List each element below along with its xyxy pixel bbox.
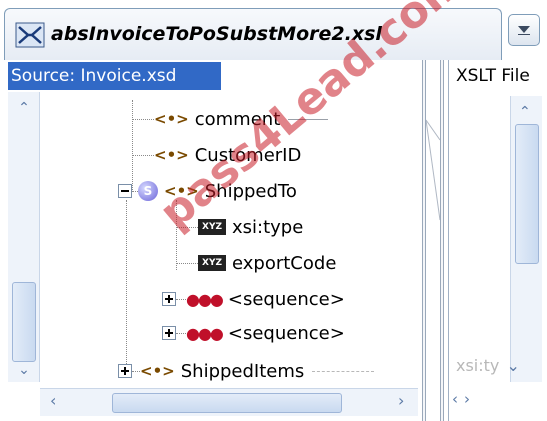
scroll-thumb[interactable] <box>112 393 342 413</box>
mapping-link-lines <box>426 119 440 221</box>
source-horizontal-scrollbar[interactable]: ‹ › <box>40 388 418 416</box>
scroll-up-arrow-icon[interactable]: ⌃ <box>16 100 32 116</box>
element-icon: <•> <box>140 362 175 380</box>
tree-item-label: CustomerID <box>194 144 302 166</box>
tree-item-label: <sequence> <box>227 288 345 310</box>
tree-item-exportcode[interactable]: XYZ exportCode <box>176 248 336 278</box>
chevron-down-icon: ⌄ <box>506 356 520 375</box>
element-icon: <•> <box>164 182 199 200</box>
tree-item-customerid[interactable]: <•> CustomerID <box>132 140 301 170</box>
scroll-down-arrow-icon[interactable]: ⌄ <box>16 362 32 378</box>
sequence-icon: ●●● <box>186 323 224 343</box>
source-pane-header: Source: Invoice.xsd <box>8 62 221 90</box>
mapping-canvas[interactable] <box>420 60 446 421</box>
tree-item-shippeditems[interactable]: <•> ShippedItems <box>118 356 375 386</box>
tab-list-dropdown-button[interactable] <box>508 14 540 46</box>
scroll-thumb[interactable] <box>515 124 539 264</box>
element-icon: <•> <box>154 146 189 164</box>
target-horizontal-scrollbar[interactable]: ‹› <box>452 390 512 416</box>
tree-item-comment[interactable]: <•> comment <box>132 104 329 134</box>
scroll-left-arrow-icon[interactable]: ‹ <box>50 391 56 410</box>
xyz-attribute-icon: XYZ <box>198 219 226 235</box>
scroll-up-arrow-icon[interactable]: ⌃ <box>519 104 531 120</box>
target-pane-header: XSLT File <box>456 66 530 86</box>
tree-item-label: comment <box>194 108 281 130</box>
editor-tab-bar: absInvoiceToPoSubstMore2.xsl <box>0 0 547 60</box>
sequence-icon: ●●● <box>186 289 224 309</box>
mapping-rail <box>440 60 444 421</box>
tree-item-sequence[interactable]: ●●● <sequence> <box>162 318 345 348</box>
source-vertical-scrollbar[interactable]: ⌃ ⌄ <box>8 92 40 382</box>
target-tree-item[interactable]: xsi:ty ⌄ <box>456 356 520 375</box>
tree-item-label: <sequence> <box>227 322 345 344</box>
expand-toggle-icon[interactable] <box>162 326 176 340</box>
chevron-down-icon <box>518 26 530 35</box>
tree-item-label: ShippedTo <box>204 180 297 202</box>
scroll-right-arrow-icon[interactable]: › <box>464 390 476 408</box>
scroll-thumb[interactable] <box>12 282 36 362</box>
editor-tab[interactable]: absInvoiceToPoSubstMore2.xsl <box>4 8 502 60</box>
xyz-attribute-icon: XYZ <box>198 255 226 271</box>
collapse-toggle-icon[interactable] <box>118 184 132 198</box>
tree-item-sequence[interactable]: ●●● <sequence> <box>162 284 345 314</box>
tree-item-label: ShippedItems <box>180 360 305 382</box>
expand-toggle-icon[interactable] <box>162 292 176 306</box>
expand-toggle-icon[interactable] <box>118 364 132 378</box>
tree-item-label: xsi:type <box>232 216 304 238</box>
tree-item-shippedto[interactable]: S <•> ShippedTo <box>118 176 297 206</box>
tree-guide-line <box>126 200 127 372</box>
scroll-right-arrow-icon[interactable]: › <box>398 391 404 410</box>
target-vertical-scrollbar[interactable]: ⌃ <box>510 96 542 382</box>
xsl-mapping-icon <box>15 21 45 49</box>
target-tree-item-label: xsi:ty <box>456 356 500 375</box>
tree-item-xsi-type[interactable]: XYZ xsi:type <box>176 212 303 242</box>
substitution-badge-icon: S <box>138 181 158 201</box>
element-icon: <•> <box>154 110 189 128</box>
tree-item-label: exportCode <box>232 252 337 274</box>
tab-title: absInvoiceToPoSubstMore2.xsl <box>51 23 382 45</box>
scroll-left-arrow-icon[interactable]: ‹ <box>452 390 464 408</box>
